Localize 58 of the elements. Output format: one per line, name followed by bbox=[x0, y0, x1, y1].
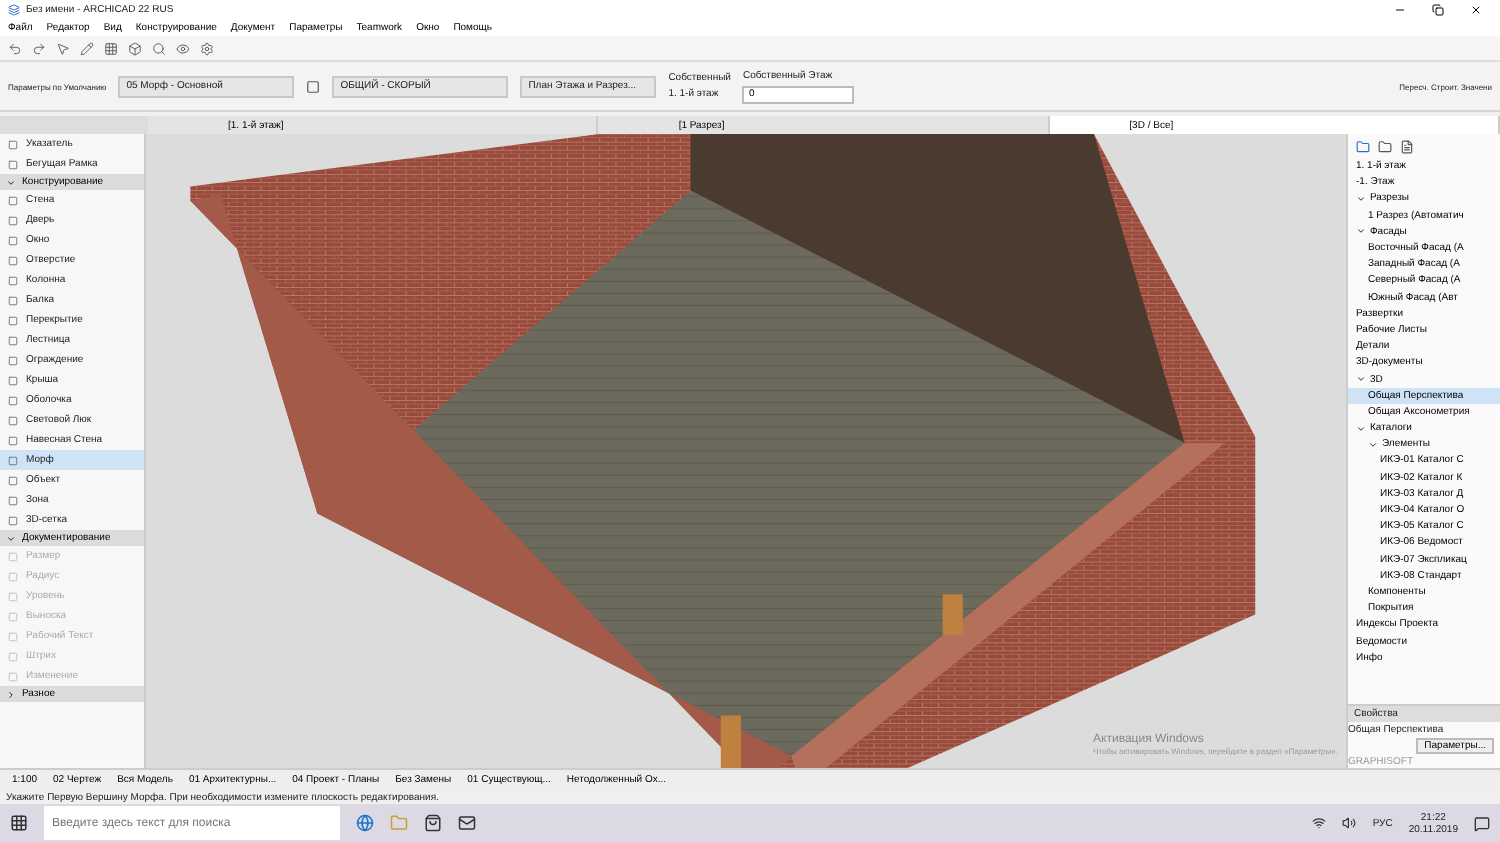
square-icon bbox=[8, 611, 18, 621]
square-icon bbox=[8, 375, 18, 385]
pointer-icon[interactable] bbox=[56, 41, 70, 55]
chevron-icon[interactable] bbox=[1356, 423, 1366, 434]
app-icon bbox=[8, 4, 20, 16]
folder-icon[interactable] bbox=[1356, 139, 1370, 153]
settings-icon[interactable] bbox=[200, 41, 214, 55]
chevron-icon bbox=[6, 177, 16, 187]
square-icon[interactable] bbox=[306, 79, 321, 93]
square-icon bbox=[8, 671, 18, 681]
square-icon bbox=[8, 651, 18, 661]
chevron-icon[interactable] bbox=[1368, 439, 1378, 450]
chevron-icon bbox=[6, 533, 16, 543]
grid-icon[interactable] bbox=[104, 41, 118, 55]
square-icon bbox=[8, 551, 18, 561]
eye-icon[interactable] bbox=[176, 41, 190, 55]
pencil-icon[interactable] bbox=[80, 41, 94, 55]
square-icon bbox=[8, 275, 18, 285]
square-icon bbox=[8, 195, 18, 205]
notification-icon[interactable] bbox=[1474, 815, 1490, 831]
square-icon bbox=[8, 495, 18, 505]
square-icon bbox=[8, 591, 18, 601]
minimize-icon bbox=[1394, 4, 1406, 16]
bag-icon[interactable] bbox=[424, 814, 442, 832]
square-icon bbox=[8, 475, 18, 485]
square-icon bbox=[8, 139, 18, 149]
square-icon bbox=[8, 159, 18, 169]
chevron-icon bbox=[6, 689, 16, 699]
square-icon bbox=[8, 415, 18, 425]
network-icon[interactable] bbox=[1312, 816, 1327, 830]
square-icon bbox=[8, 295, 18, 305]
square-icon bbox=[8, 395, 18, 405]
square-icon bbox=[8, 455, 18, 465]
chevron-icon[interactable] bbox=[1356, 193, 1366, 204]
square-icon bbox=[8, 631, 18, 641]
undo-icon[interactable] bbox=[8, 41, 22, 55]
browser-icon[interactable] bbox=[356, 814, 374, 832]
document-icon[interactable] bbox=[1400, 139, 1414, 153]
start-icon[interactable] bbox=[10, 814, 28, 832]
square-icon bbox=[8, 355, 18, 365]
square-icon bbox=[8, 215, 18, 225]
volume-icon[interactable] bbox=[1342, 816, 1357, 830]
restore-icon bbox=[1432, 4, 1444, 16]
close-icon bbox=[1470, 4, 1482, 16]
square-icon bbox=[8, 435, 18, 445]
square-icon bbox=[8, 335, 18, 345]
chevron-icon[interactable] bbox=[1356, 374, 1366, 385]
search-icon[interactable] bbox=[152, 41, 166, 55]
mail-icon[interactable] bbox=[458, 814, 476, 832]
square-icon bbox=[8, 255, 18, 265]
redo-icon[interactable] bbox=[32, 41, 46, 55]
square-icon bbox=[8, 235, 18, 245]
cube-icon[interactable] bbox=[128, 41, 142, 55]
chevron-icon[interactable] bbox=[1356, 226, 1366, 237]
folder-icon[interactable] bbox=[1378, 139, 1392, 153]
square-icon bbox=[8, 571, 18, 581]
square-icon bbox=[8, 515, 18, 525]
square-icon bbox=[8, 315, 18, 325]
